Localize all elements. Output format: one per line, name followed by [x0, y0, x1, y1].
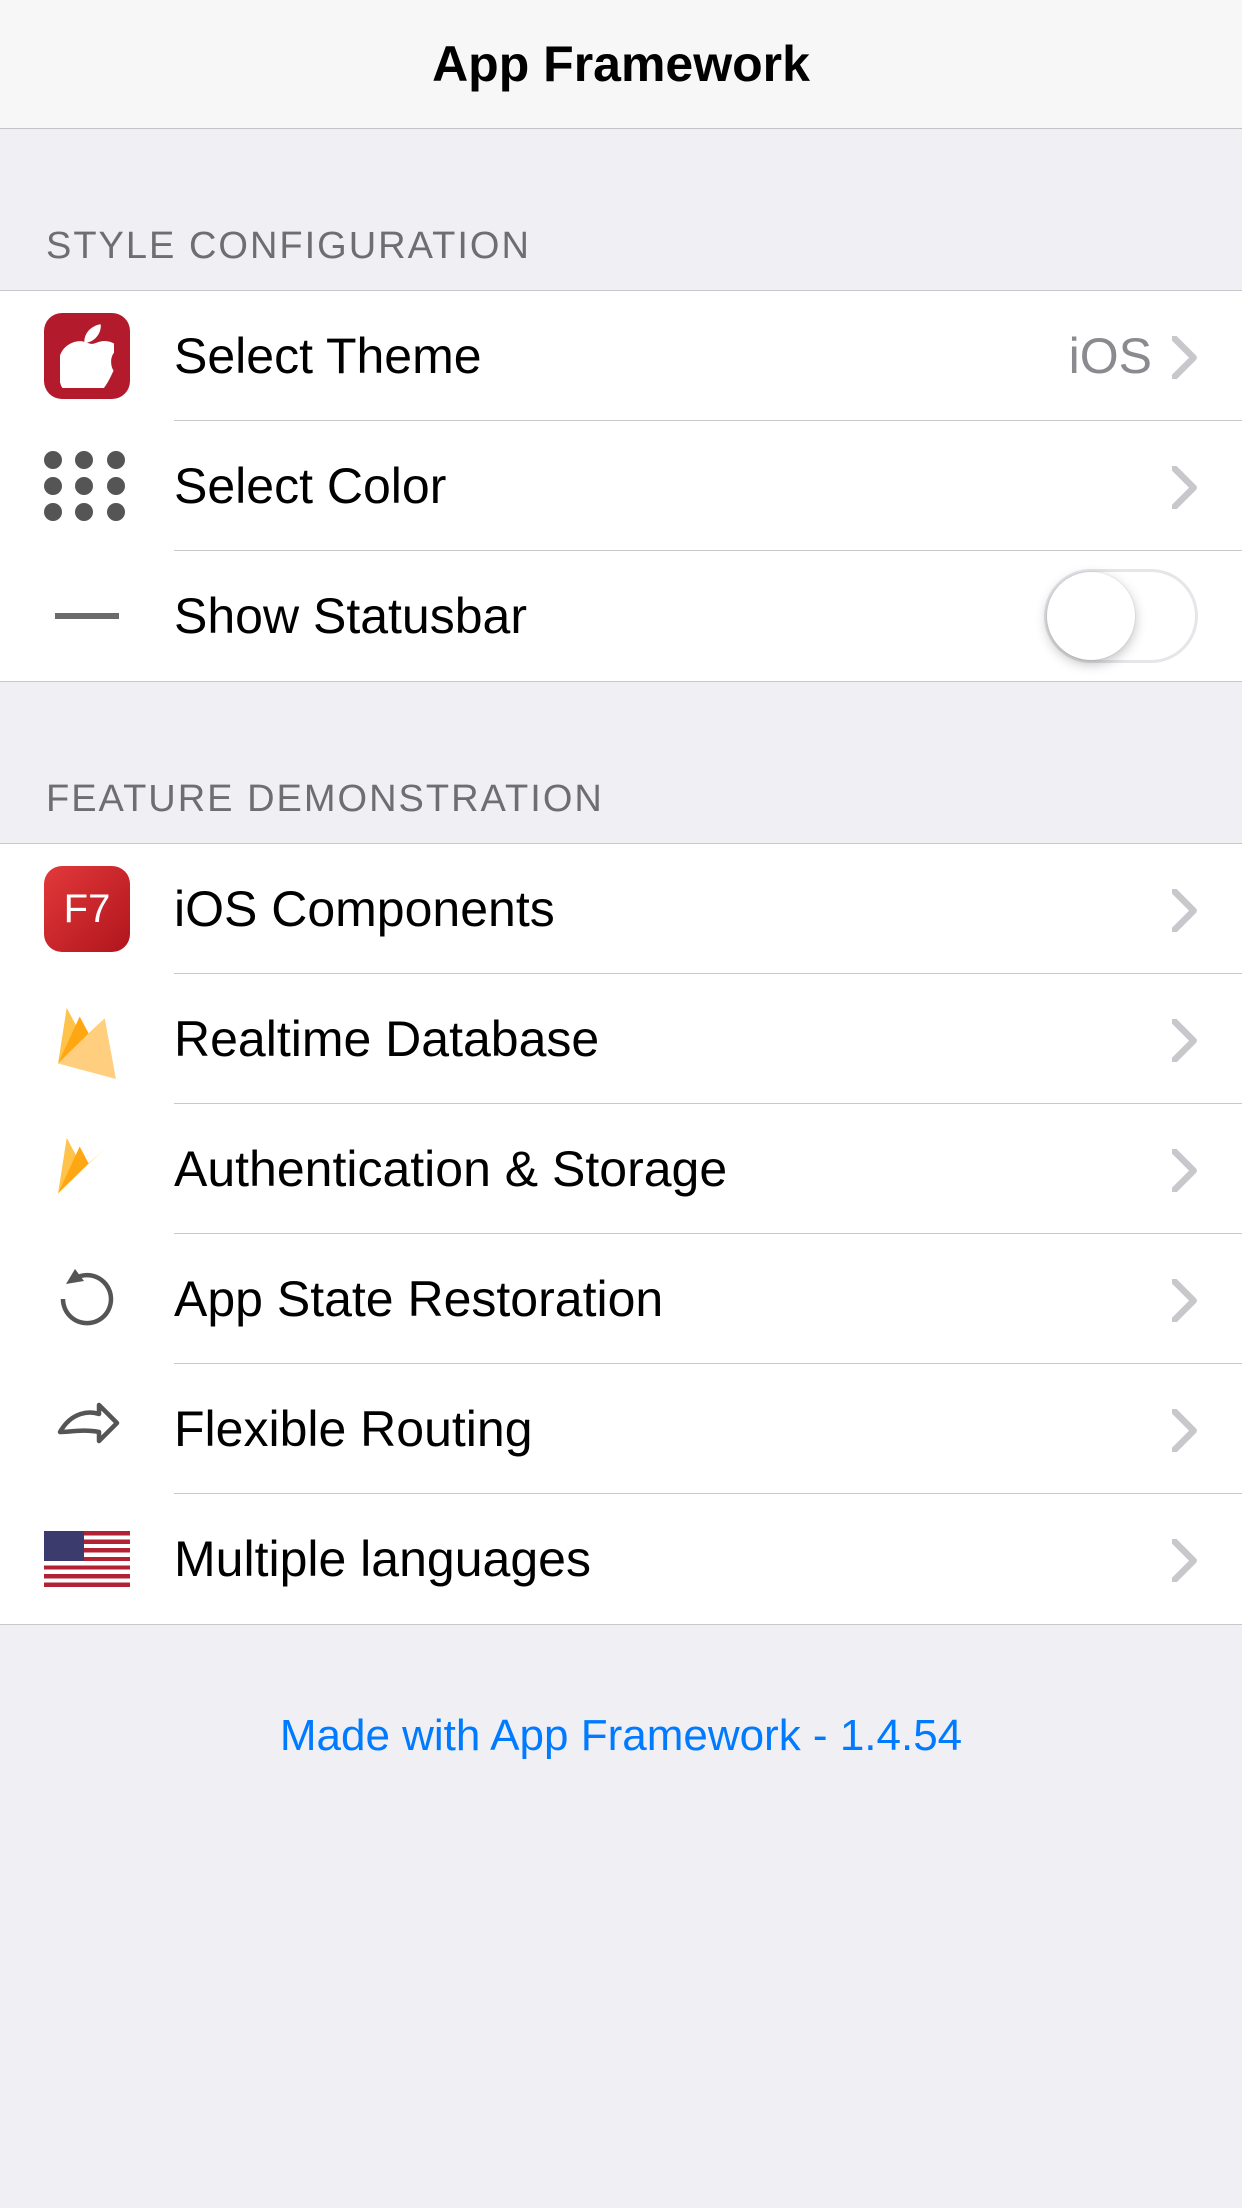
statusbar-icon: [44, 573, 130, 659]
label-multiple-languages: Multiple languages: [174, 1530, 1172, 1588]
firebase-icon: [44, 1126, 130, 1212]
row-flexible-routing[interactable]: Flexible Routing: [0, 1364, 1242, 1494]
chevron-right-icon: [1172, 1539, 1198, 1579]
navbar: App Framework: [0, 0, 1242, 129]
row-select-theme[interactable]: Select Theme iOS: [0, 291, 1242, 421]
value-select-theme: iOS: [1069, 327, 1152, 385]
footer-link[interactable]: Made with App Framework - 1.4.54: [0, 1625, 1242, 1847]
list-feature-demonstration: F7 iOS Components Realtime Database Auth…: [0, 843, 1242, 1625]
chevron-right-icon: [1172, 1279, 1198, 1319]
chevron-right-icon: [1172, 466, 1198, 506]
label-app-state-restoration: App State Restoration: [174, 1270, 1172, 1328]
toggle-knob: [1047, 572, 1135, 660]
label-select-theme: Select Theme: [174, 327, 1069, 385]
row-select-color[interactable]: Select Color: [0, 421, 1242, 551]
firebase-icon: [44, 996, 130, 1082]
chevron-right-icon: [1172, 1409, 1198, 1449]
section-header-feature: FEATURE DEMONSTRATION: [0, 682, 1242, 843]
us-flag-icon: [44, 1516, 130, 1602]
share-arrow-icon: [44, 1386, 130, 1472]
chevron-right-icon: [1172, 1149, 1198, 1189]
row-authentication-storage[interactable]: Authentication & Storage: [0, 1104, 1242, 1234]
chevron-right-icon: [1172, 889, 1198, 929]
row-realtime-database[interactable]: Realtime Database: [0, 974, 1242, 1104]
row-app-state-restoration[interactable]: App State Restoration: [0, 1234, 1242, 1364]
label-authentication-storage: Authentication & Storage: [174, 1140, 1172, 1198]
row-multiple-languages[interactable]: Multiple languages: [0, 1494, 1242, 1624]
label-ios-components: iOS Components: [174, 880, 1172, 938]
section-header-style: STYLE CONFIGURATION: [0, 129, 1242, 290]
label-realtime-database: Realtime Database: [174, 1010, 1172, 1068]
chevron-right-icon: [1172, 336, 1198, 376]
apple-icon: [44, 313, 130, 399]
f7-icon: F7: [44, 866, 130, 952]
navbar-title: App Framework: [432, 35, 810, 93]
refresh-icon: [44, 1256, 130, 1342]
toggle-show-statusbar[interactable]: [1044, 569, 1198, 663]
chevron-right-icon: [1172, 1019, 1198, 1059]
row-ios-components[interactable]: F7 iOS Components: [0, 844, 1242, 974]
label-select-color: Select Color: [174, 457, 1172, 515]
row-show-statusbar: Show Statusbar: [0, 551, 1242, 681]
label-flexible-routing: Flexible Routing: [174, 1400, 1172, 1458]
label-show-statusbar: Show Statusbar: [174, 587, 1044, 645]
dots-grid-icon: [44, 443, 130, 529]
list-style-configuration: Select Theme iOS Select Color Show Statu…: [0, 290, 1242, 682]
